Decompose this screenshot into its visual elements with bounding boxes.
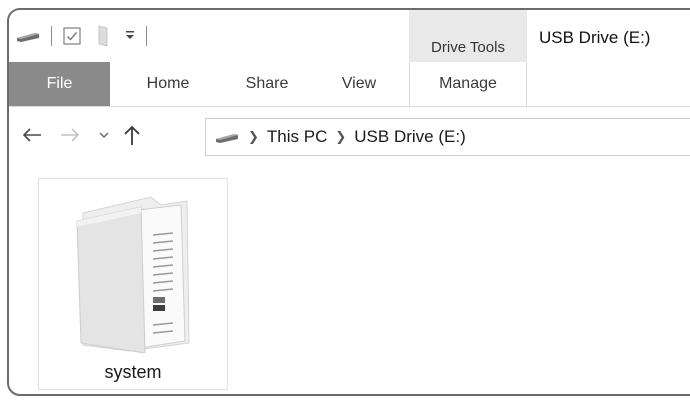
folder-item-system[interactable]: system: [38, 178, 228, 390]
folder-icon: [76, 196, 190, 353]
back-arrow-icon: [22, 128, 41, 142]
breadcrumb-usb-drive[interactable]: USB Drive (E:): [354, 127, 465, 147]
toolbar-separator: [51, 26, 52, 46]
tab-file[interactable]: File: [9, 62, 110, 106]
tab-view[interactable]: View: [323, 62, 395, 106]
forward-button[interactable]: [57, 122, 83, 148]
folder-name: system: [104, 362, 162, 382]
recent-locations-button[interactable]: [91, 122, 117, 148]
forward-arrow-icon: [61, 128, 80, 142]
tab-home[interactable]: Home: [123, 62, 213, 106]
breadcrumb-this-pc[interactable]: This PC: [267, 127, 327, 147]
window-title: USB Drive (E:): [539, 28, 651, 47]
drive-tools-label: Drive Tools: [431, 39, 505, 56]
file-explorer-window: Drive Tools USB Drive (E:) File Home Sha…: [7, 8, 690, 396]
new-folder-icon[interactable]: [96, 25, 112, 47]
properties-checkbox-icon[interactable]: [62, 26, 82, 46]
ribbon-tab-bar: File Home Share View Manage: [9, 62, 690, 107]
back-button[interactable]: [19, 122, 45, 148]
toolbar-separator: [146, 26, 147, 46]
breadcrumb-separator-icon: ❯: [335, 129, 347, 144]
drive-icon: [216, 134, 238, 143]
customize-dropdown-icon[interactable]: [124, 30, 136, 42]
address-bar[interactable]: ❯ This PC ❯ USB Drive (E:): [205, 118, 690, 156]
chevron-down-icon: [99, 132, 109, 139]
drive-tools-contextual-tab: Drive Tools: [409, 10, 527, 62]
breadcrumb-separator-icon: ❯: [248, 129, 259, 144]
quick-access-toolbar: [15, 24, 157, 48]
tab-share[interactable]: Share: [227, 62, 307, 106]
up-arrow-icon: [124, 125, 140, 145]
drive-icon[interactable]: [15, 29, 41, 43]
tab-manage[interactable]: Manage: [409, 62, 527, 106]
up-button[interactable]: [119, 122, 145, 148]
navigation-bar: ❯ This PC ❯ USB Drive (E:): [9, 116, 690, 158]
title-bar: Drive Tools USB Drive (E:): [9, 10, 690, 62]
